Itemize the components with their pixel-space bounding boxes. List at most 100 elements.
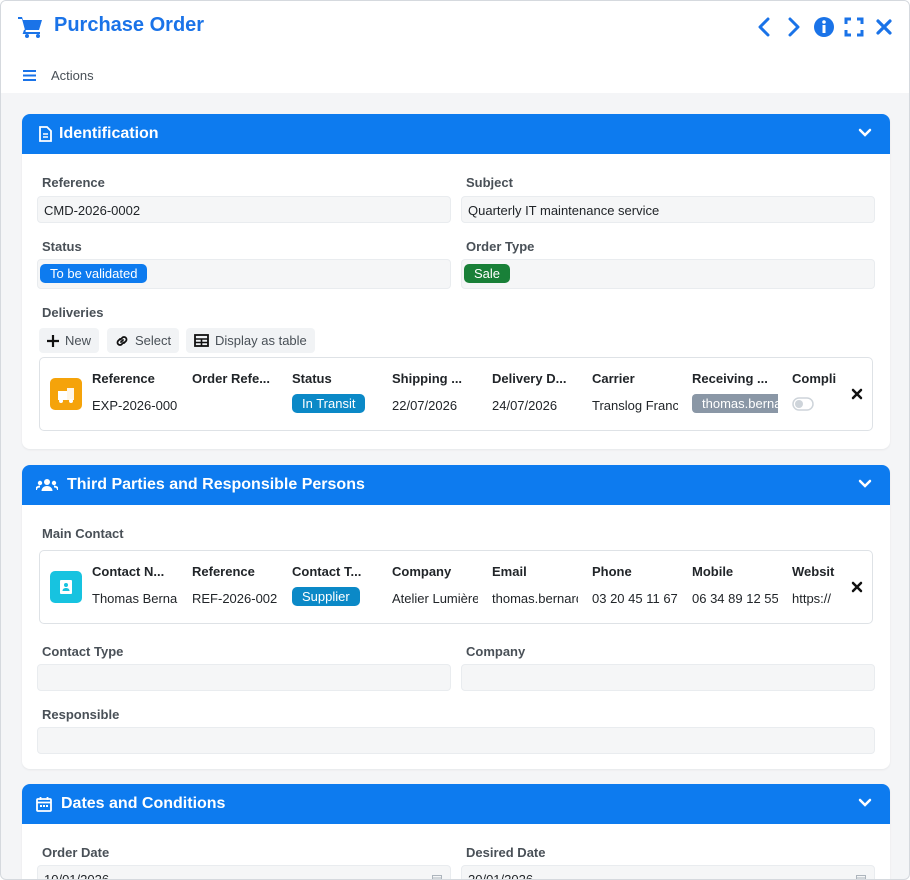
reference-label: Reference (42, 175, 105, 190)
cell-value: thomas.bernard (492, 591, 578, 606)
column-header: Carrier (592, 371, 635, 386)
supplier-badge: Supplier (292, 587, 360, 606)
column-header: Compli (792, 371, 837, 386)
select-delivery-button[interactable]: Select (107, 328, 180, 353)
calendar-picker-icon[interactable] (432, 874, 442, 880)
delivery-carrier-cell[interactable]: Carrier Translog France (592, 371, 678, 413)
delivery-date-cell[interactable]: Delivery D... 24/07/2026 (492, 371, 578, 413)
next-record-button[interactable] (779, 15, 809, 39)
order-date-value: 10/01/2026 (44, 872, 110, 880)
contact-type-cell[interactable]: Contact T... Supplier (292, 564, 378, 606)
purchase-order-window: Purchase Order Actions Identification Re… (0, 0, 910, 880)
delivery-status-cell[interactable]: Status In Transit (292, 371, 378, 413)
contact-mobile-cell[interactable]: Mobile 06 34 89 12 55 (692, 564, 778, 606)
contact-type-field[interactable] (37, 664, 451, 691)
order-type-label: Order Type (466, 239, 535, 254)
desired-date-field[interactable]: 20/01/2026 (461, 865, 875, 880)
column-header: Status (292, 371, 332, 386)
cell-value: https:// (792, 591, 832, 606)
chevron-down-icon[interactable] (858, 479, 872, 489)
column-header: Contact T... (292, 564, 362, 579)
identification-section: Identification Reference CMD-2026-0002 S… (22, 114, 890, 449)
chevron-down-icon[interactable] (858, 128, 872, 138)
remove-contact-icon[interactable] (850, 580, 864, 594)
delivery-order-ref-cell[interactable]: Order Refe... (192, 371, 278, 398)
display-as-table-button[interactable]: Display as table (186, 328, 315, 353)
delivery-reference-cell[interactable]: Reference EXP-2026-000 (92, 371, 178, 413)
column-header: Shipping ... (392, 371, 463, 386)
section-title: Dates and Conditions (61, 795, 226, 812)
calendar-picker-icon[interactable] (856, 874, 866, 880)
cell-value: 06 34 89 12 55 (692, 591, 778, 606)
column-header: Order Refe... (192, 371, 271, 386)
info-button[interactable] (809, 15, 839, 39)
company-field[interactable] (461, 664, 875, 691)
column-header: Delivery D... (492, 371, 567, 386)
subject-label: Subject (466, 175, 513, 190)
toggle-off-icon[interactable] (792, 397, 814, 411)
deliveries-label: Deliveries (42, 305, 104, 320)
table-button-label: Display as table (215, 333, 307, 348)
contact-reference-cell[interactable]: Reference REF-2026-002 (192, 564, 278, 606)
desired-date-label: Desired Date (466, 845, 546, 860)
actions-menu[interactable]: Actions (51, 68, 94, 83)
status-field[interactable]: To be validated (37, 259, 451, 289)
remove-delivery-icon[interactable] (850, 387, 864, 401)
window-title: Purchase Order (54, 14, 205, 36)
contact-website-cell[interactable]: Websit https:// (792, 564, 838, 606)
delivery-compliance-cell[interactable]: Compli (792, 371, 838, 414)
cell-value: 03 20 45 11 67 (592, 591, 678, 606)
hamburger-menu-icon[interactable] (23, 70, 36, 81)
section-title: Identification (59, 125, 159, 142)
close-window-button[interactable] (869, 15, 899, 39)
previous-record-button[interactable] (749, 15, 779, 39)
in-transit-badge: In Transit (292, 394, 366, 413)
calendar-icon (36, 797, 52, 812)
column-header: Websit (792, 564, 835, 579)
delivery-shipping-cell[interactable]: Shipping ... 22/07/2026 (392, 371, 478, 413)
column-header: Reference (92, 371, 155, 386)
contact-type-label: Contact Type (42, 644, 124, 659)
column-header: Reference (192, 564, 255, 579)
main-contact-label: Main Contact (42, 526, 124, 541)
column-header: Contact N... (92, 564, 165, 579)
order-date-label: Order Date (42, 845, 110, 860)
reference-field[interactable]: CMD-2026-0002 (37, 196, 451, 223)
info-icon (814, 17, 834, 37)
responsible-label: Responsible (42, 707, 120, 722)
order-date-field[interactable]: 10/01/2026 (37, 865, 451, 880)
column-header: Mobile (692, 564, 734, 579)
responsible-field[interactable] (37, 727, 875, 754)
select-button-label: Select (135, 333, 172, 348)
order-type-field[interactable]: Sale (461, 259, 875, 289)
status-label: Status (42, 239, 82, 254)
deliveries-table: Reference EXP-2026-000 Order Refe... Sta… (39, 357, 873, 431)
subject-field[interactable]: Quarterly IT maintenance service (461, 196, 875, 223)
fullscreen-button[interactable] (839, 15, 869, 39)
identification-header[interactable]: Identification (22, 114, 890, 154)
dates-section: Dates and Conditions Order Date 10/01/20… (22, 784, 890, 880)
order-type-badge: Sale (464, 264, 511, 283)
contact-phone-cell[interactable]: Phone 03 20 45 11 67 (592, 564, 678, 606)
new-delivery-button[interactable]: New (39, 328, 100, 353)
cell-value: Atelier Lumière (392, 591, 478, 606)
dates-header[interactable]: Dates and Conditions (22, 784, 890, 824)
section-title: Third Parties and Responsible Persons (67, 476, 365, 493)
main-contact-table: Contact N... Thomas Bernard Reference RE… (39, 550, 873, 624)
third-parties-header[interactable]: Third Parties and Responsible Persons (22, 465, 890, 505)
expand-icon (844, 17, 864, 37)
chevron-down-icon[interactable] (858, 798, 872, 808)
shopping-cart-icon (18, 17, 42, 38)
title-actions (749, 15, 899, 39)
column-header: Email (492, 564, 527, 579)
contact-company-cell[interactable]: Company Atelier Lumière (392, 564, 478, 606)
cell-value: REF-2026-002 (192, 591, 278, 606)
delivery-receiving-cell[interactable]: Receiving ... thomas.bernard (692, 371, 778, 413)
contact-email-cell[interactable]: Email thomas.bernard (492, 564, 578, 606)
document-icon (39, 126, 52, 142)
table-icon (194, 334, 209, 347)
status-badge: To be validated (40, 264, 148, 283)
column-header: Phone (592, 564, 632, 579)
desired-date-value: 20/01/2026 (468, 872, 534, 880)
contact-name-cell[interactable]: Contact N... Thomas Bernard (92, 564, 178, 606)
